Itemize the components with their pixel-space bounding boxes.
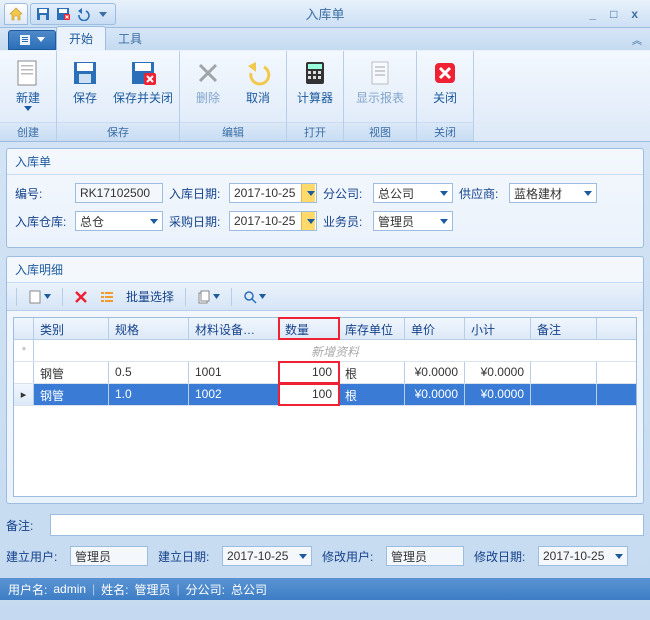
minimize-button[interactable]: _ bbox=[589, 7, 596, 21]
new-icon bbox=[12, 57, 44, 89]
group-close-label: 关闭 bbox=[417, 122, 473, 141]
create-date-field: 2017-10-25 bbox=[222, 546, 312, 566]
col-subtotal[interactable]: 小计 bbox=[465, 318, 531, 339]
ribbon: 新建 创建 保存 保存并关闭 保存 删除 取消 bbox=[0, 50, 650, 142]
delete-button: 删除 bbox=[184, 55, 232, 108]
code-field: RK17102500 bbox=[75, 183, 163, 203]
clerk-label: 业务员: bbox=[323, 213, 367, 230]
detail-new-button[interactable] bbox=[24, 288, 55, 306]
calculator-button[interactable]: 计算器 bbox=[291, 55, 339, 108]
purchase-date-field[interactable]: 2017-10-25 bbox=[229, 211, 317, 231]
supplier-field[interactable]: 蓝格建材 bbox=[509, 183, 597, 203]
audit-footer: 建立用户: 管理员 建立日期: 2017-10-25 修改用户: 管理员 修改日… bbox=[6, 544, 644, 572]
branch-label: 分公司: bbox=[323, 185, 367, 202]
group-save-label: 保存 bbox=[57, 122, 179, 141]
grid-header: 类别 规格 材料设备… 数量 库存单位 单价 小计 备注 bbox=[14, 318, 636, 340]
detail-panel-title: 入库明细 bbox=[7, 257, 643, 283]
status-branch-value: 总公司 bbox=[231, 581, 267, 598]
col-category[interactable]: 类别 bbox=[34, 318, 109, 339]
create-user-label: 建立用户: bbox=[6, 548, 60, 565]
supplier-label: 供应商: bbox=[459, 185, 503, 202]
purchase-date-label: 采购日期: bbox=[169, 213, 223, 230]
close-icon bbox=[429, 57, 461, 89]
detail-search-button[interactable] bbox=[239, 288, 270, 306]
clerk-field[interactable]: 管理员 bbox=[373, 211, 453, 231]
date-label: 入库日期: bbox=[169, 185, 223, 202]
detail-delete-button[interactable] bbox=[70, 288, 92, 306]
remark-label: 备注: bbox=[6, 517, 42, 534]
save-icon bbox=[69, 57, 101, 89]
save-close-button[interactable]: 保存并关闭 bbox=[111, 55, 175, 108]
group-edit-label: 编辑 bbox=[180, 122, 286, 141]
group-view-label: 视图 bbox=[344, 122, 416, 141]
group-create-label: 创建 bbox=[0, 122, 56, 141]
grid-row[interactable]: 钢管 0.5 1001 100 根 ¥0.0000 ¥0.0000 bbox=[14, 362, 636, 384]
app-menu-button[interactable] bbox=[8, 30, 56, 50]
ribbon-collapse-icon[interactable]: ︽ bbox=[632, 32, 642, 47]
create-user-field: 管理员 bbox=[70, 546, 148, 566]
create-date-label: 建立日期: bbox=[158, 548, 212, 565]
detail-copy-button[interactable] bbox=[193, 288, 224, 306]
detail-panel: 入库明细 批量选择 类别 规格 材料设备… 数量 库存单位 单价 小计 bbox=[6, 256, 644, 504]
qat-save-close-icon[interactable] bbox=[55, 6, 71, 22]
batch-select-button[interactable]: 批量选择 bbox=[122, 286, 178, 307]
ribbon-tabs: 开始 工具 ︽ bbox=[0, 28, 650, 50]
branch-field[interactable]: 总公司 bbox=[373, 183, 453, 203]
status-branch-label: 分公司: bbox=[186, 581, 225, 598]
modify-date-field: 2017-10-25 bbox=[538, 546, 628, 566]
undo-icon bbox=[242, 57, 274, 89]
grid-new-row[interactable]: * 新增资料 bbox=[14, 340, 636, 362]
status-user-label: 用户名: bbox=[8, 581, 47, 598]
header-panel-title: 入库单 bbox=[7, 149, 643, 175]
code-label: 编号: bbox=[15, 185, 69, 202]
qat-customize-icon[interactable] bbox=[95, 6, 111, 22]
detail-toolbar: 批量选择 bbox=[7, 283, 643, 311]
date-field[interactable]: 2017-10-25 bbox=[229, 183, 317, 203]
detail-grid[interactable]: 类别 规格 材料设备… 数量 库存单位 单价 小计 备注 * 新增资料 钢管 0… bbox=[13, 317, 637, 497]
warehouse-label: 入库仓库: bbox=[15, 213, 69, 230]
tab-start[interactable]: 开始 bbox=[56, 26, 106, 50]
group-open-label: 打开 bbox=[287, 122, 343, 141]
status-name-value: 管理员 bbox=[135, 581, 171, 598]
col-quantity[interactable]: 数量 bbox=[279, 318, 339, 339]
titlebar: 入库单 _ □ x bbox=[0, 0, 650, 28]
status-user-value: admin bbox=[53, 582, 86, 596]
grid-row-selected[interactable]: ▸ 钢管 1.0 1002 100 根 ¥0.0000 ¥0.0000 bbox=[14, 384, 636, 406]
tab-tools[interactable]: 工具 bbox=[106, 27, 154, 50]
show-report-button: 显示报表 bbox=[348, 55, 412, 108]
close-button[interactable]: x bbox=[631, 7, 638, 21]
modify-user-field: 管理员 bbox=[386, 546, 464, 566]
detail-list-button[interactable] bbox=[96, 288, 118, 306]
status-name-label: 姓名: bbox=[101, 581, 128, 598]
save-close-icon bbox=[127, 57, 159, 89]
modify-date-label: 修改日期: bbox=[474, 548, 528, 565]
col-unit[interactable]: 库存单位 bbox=[339, 318, 405, 339]
quick-access-toolbar bbox=[0, 3, 116, 25]
save-button[interactable]: 保存 bbox=[61, 55, 109, 108]
warehouse-field[interactable]: 总仓 bbox=[75, 211, 163, 231]
header-panel: 入库单 编号: RK17102500 入库日期: 2017-10-25 分公司:… bbox=[6, 148, 644, 248]
home-icon[interactable] bbox=[4, 3, 28, 25]
col-price[interactable]: 单价 bbox=[405, 318, 465, 339]
close-form-button[interactable]: 关闭 bbox=[421, 55, 469, 108]
col-material[interactable]: 材料设备… bbox=[189, 318, 279, 339]
maximize-button[interactable]: □ bbox=[610, 7, 617, 21]
col-spec[interactable]: 规格 bbox=[109, 318, 189, 339]
delete-icon bbox=[192, 57, 224, 89]
status-bar: 用户名: admin | 姓名: 管理员 | 分公司: 总公司 bbox=[0, 578, 650, 600]
new-button[interactable]: 新建 bbox=[4, 55, 52, 113]
qat-save-icon[interactable] bbox=[35, 6, 51, 22]
report-icon bbox=[364, 57, 396, 89]
cancel-button[interactable]: 取消 bbox=[234, 55, 282, 108]
calculator-icon bbox=[299, 57, 331, 89]
qat-undo-icon[interactable] bbox=[75, 6, 91, 22]
modify-user-label: 修改用户: bbox=[322, 548, 376, 565]
col-remark[interactable]: 备注 bbox=[531, 318, 597, 339]
remark-field[interactable] bbox=[50, 514, 644, 536]
